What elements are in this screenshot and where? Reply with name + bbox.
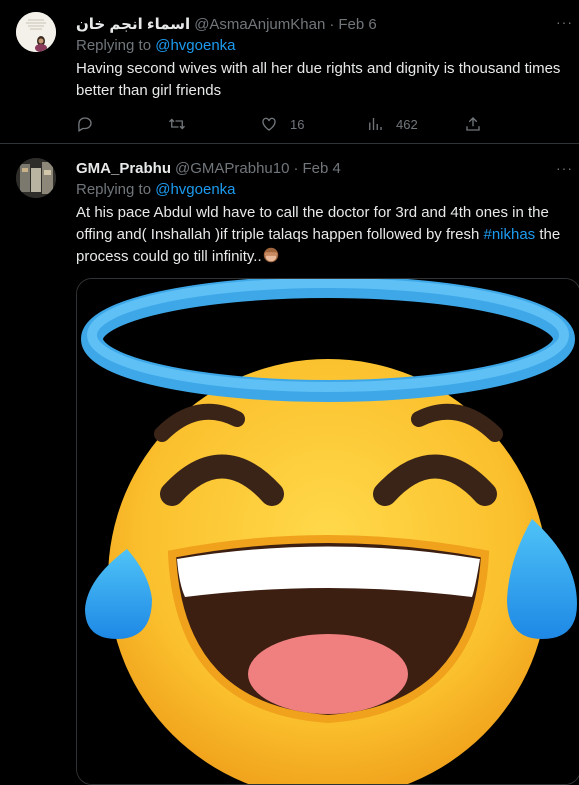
smiling-face-with-halo-emoji-icon <box>77 279 579 784</box>
separator-dot: · <box>293 159 299 177</box>
see-no-evil-monkey-icon <box>263 247 278 263</box>
tweet-text-part: At his pace Abdul wld have to call the d… <box>76 204 553 243</box>
mention-link[interactable]: @hvgoenka <box>155 181 235 198</box>
tweet-actions: 16 462 <box>76 114 563 134</box>
tweet-body: GMA_Prabhu @GMAPrabhu10 · Feb 4 ··· Repl… <box>76 156 579 785</box>
mention-link[interactable]: @hvgoenka <box>155 37 235 54</box>
avatar-column <box>16 156 64 785</box>
tweet-text: Having second wives with all her due rig… <box>76 60 565 99</box>
views-button[interactable]: 462 <box>366 115 464 133</box>
view-count: 462 <box>396 116 418 132</box>
tweet-date[interactable]: Feb 6 <box>338 16 376 33</box>
tweet-text: At his pace Abdul wld have to call the d… <box>76 202 579 268</box>
tweet-media[interactable] <box>76 278 579 785</box>
avatar[interactable] <box>16 12 56 52</box>
avatar-column <box>16 0 64 143</box>
tweet-header: GMA_Prabhu @GMAPrabhu10 · Feb 4 <box>76 158 563 178</box>
tweet[interactable]: اسماء انجم خان @AsmaAnjumKhan · Feb 6 ··… <box>0 0 579 144</box>
more-options-button[interactable]: ··· <box>556 14 573 30</box>
replying-to: Replying to @hvgoenka <box>76 36 563 56</box>
replying-to-label: Replying to <box>76 37 152 54</box>
like-button[interactable]: 16 <box>260 115 366 133</box>
more-options-button[interactable]: ··· <box>556 160 573 176</box>
retweet-button[interactable] <box>168 115 260 133</box>
replying-to: Replying to @hvgoenka <box>76 180 563 200</box>
tweet-date[interactable]: Feb 4 <box>302 160 340 177</box>
avatar[interactable] <box>16 158 56 198</box>
hashtag-link[interactable]: #nikhas <box>483 226 535 243</box>
share-icon <box>466 117 480 131</box>
like-count: 16 <box>290 116 305 132</box>
replying-to-label: Replying to <box>76 181 152 198</box>
tweet-header: اسماء انجم خان @AsmaAnjumKhan · Feb 6 <box>76 14 563 34</box>
user-handle[interactable]: @GMAPrabhu10 <box>175 160 289 177</box>
views-icon <box>369 118 382 130</box>
share-button[interactable] <box>464 115 482 133</box>
tweet[interactable]: GMA_Prabhu @GMAPrabhu10 · Feb 4 ··· Repl… <box>0 144 579 785</box>
separator-dot: · <box>329 15 335 33</box>
reply-icon <box>78 117 92 132</box>
tweet-body: اسماء انجم خان @AsmaAnjumKhan · Feb 6 ··… <box>76 0 572 143</box>
user-handle[interactable]: @AsmaAnjumKhan <box>194 16 325 33</box>
display-name[interactable]: GMA_Prabhu <box>76 160 171 177</box>
display-name[interactable]: اسماء انجم خان <box>76 15 190 33</box>
reply-button[interactable] <box>76 115 168 133</box>
heart-icon <box>262 117 276 131</box>
retweet-icon <box>169 118 185 130</box>
